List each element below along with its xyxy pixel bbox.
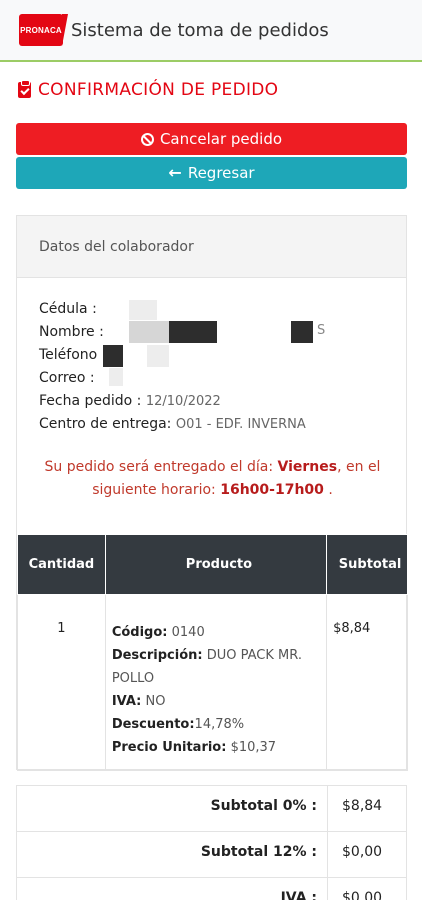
cedula-row: Cédula : [39, 298, 306, 321]
notice-suffix: . [323, 482, 333, 498]
redaction-block [169, 321, 217, 343]
totals-value: $0,00 [342, 890, 383, 900]
product-description: Descripción: DUO PACK MR. POLLO [112, 644, 326, 690]
fecha-value: 12/10/2022 [145, 394, 221, 409]
notice-prefix: Su pedido será entregado el día: [44, 459, 274, 475]
header-producto: Producto [104, 534, 328, 595]
nombre-fragment: S [317, 323, 326, 338]
redaction-block [103, 345, 123, 367]
delivery-day: Viernes [277, 459, 338, 475]
centro-label: Centro de entrega: [39, 416, 172, 432]
unit-price-value: $10,37 [230, 740, 277, 755]
product-iva: IVA: NO [112, 690, 326, 713]
redaction-block [147, 345, 169, 367]
back-label: Regresar [187, 164, 255, 182]
totals-row: Subtotal 0% : $8,84 [17, 786, 406, 832]
product-code: Código: 0140 [112, 621, 326, 644]
cedula-label: Cédula : [39, 301, 97, 317]
code-label: Código: [111, 625, 168, 640]
totals-label: IVA : [17, 878, 328, 900]
product-discount: Descuento:14,78% [112, 713, 326, 736]
cancel-order-button[interactable]: Cancelar pedido [16, 123, 407, 155]
page-title-text: CONFIRMACIÓN DE PEDIDO [38, 80, 279, 100]
telefono-label: Teléfono [39, 347, 98, 363]
redaction-block [129, 300, 157, 320]
totals-value: $8,84 [342, 798, 383, 814]
order-table: Cantidad Producto Subtotal 1 Código: 014… [17, 534, 408, 771]
unit-price-label: Precio Unitario: [111, 740, 227, 755]
pronaca-logo: PRONACA [19, 14, 68, 46]
redaction-block [291, 321, 313, 343]
telefono-row: Teléfono [39, 344, 306, 367]
ban-icon [140, 132, 154, 146]
totals-label: Subtotal 12% : [17, 832, 328, 877]
nombre-label: Nombre : [39, 324, 104, 340]
totals-table: Subtotal 0% : $8,84 Subtotal 12% : $0,00… [16, 785, 407, 900]
fecha-row: Fecha pedido : 12/10/2022 [39, 390, 306, 413]
arrow-left-icon: ← [168, 163, 182, 182]
cell-subtotal: $8,84 [326, 594, 408, 771]
description-label: Descripción: [111, 648, 203, 663]
delivery-hours: 16h00-17h00 [220, 482, 324, 498]
discount-value: 14,78% [194, 717, 245, 732]
totals-value: $0,00 [342, 844, 383, 860]
app-bar: PRONACA Sistema de toma de pedidos [0, 0, 422, 62]
totals-row: Subtotal 12% : $0,00 [17, 832, 406, 878]
correo-label: Correo : [39, 370, 95, 386]
page-title: CONFIRMACIÓN DE PEDIDO [18, 80, 278, 100]
cell-producto: Código: 0140 Descripción: DUO PACK MR. P… [104, 594, 328, 771]
centro-row: Centro de entrega: O01 - EDF. INVERNA [39, 413, 306, 436]
cancel-order-label: Cancelar pedido [159, 130, 283, 148]
table-header-row: Cantidad Producto Subtotal [17, 534, 408, 595]
iva-label: IVA: [111, 694, 142, 709]
totals-row: IVA : $0,00 [17, 878, 406, 900]
back-button[interactable]: ← Regresar [16, 157, 407, 189]
header-subtotal: Subtotal [326, 534, 408, 595]
clipboard-check-icon [18, 80, 31, 98]
fecha-label: Fecha pedido : [39, 393, 142, 409]
iva-value: NO [145, 694, 166, 709]
correo-row: Correo : [39, 367, 306, 390]
header-cantidad: Cantidad [17, 534, 106, 595]
redaction-block [109, 368, 123, 386]
colaborador-header: Datos del colaborador [17, 216, 406, 278]
code-value: 0140 [171, 625, 205, 640]
table-row: 1 Código: 0140 Descripción: DUO PACK MR.… [17, 594, 408, 771]
colaborador-info: Cédula : Nombre : Teléfono Correo : Fech… [39, 298, 306, 436]
totals-label: Subtotal 0% : [17, 786, 328, 831]
redaction-block [129, 321, 169, 343]
order-card: Datos del colaborador Cédula : Nombre : … [16, 215, 408, 771]
centro-value: O01 - EDF. INVERNA [175, 417, 306, 432]
discount-label: Descuento: [111, 717, 195, 732]
cell-cantidad: 1 [17, 594, 106, 771]
product-unit-price: Precio Unitario: $10,37 [112, 736, 326, 759]
app-title: Sistema de toma de pedidos [71, 19, 329, 41]
delivery-notice: Su pedido será entregado el día: Viernes… [17, 456, 408, 502]
